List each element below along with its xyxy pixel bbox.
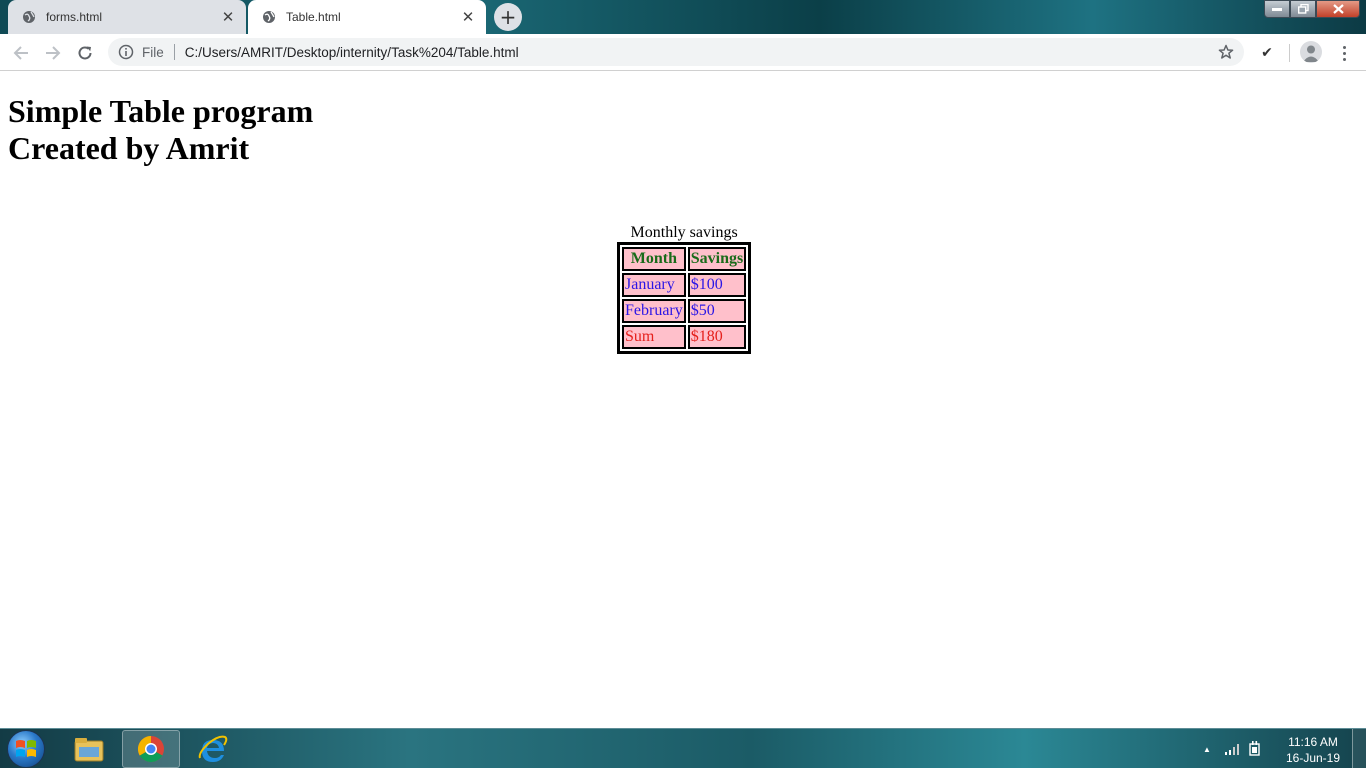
table-row: January $100 xyxy=(622,273,747,297)
close-tab-icon[interactable]: ✕ xyxy=(458,7,478,27)
browser-toolbar: File C:/Users/AMRIT/Desktop/internity/Ta… xyxy=(0,34,1366,71)
scheme-label: File xyxy=(142,44,164,60)
profile-avatar-icon[interactable] xyxy=(1300,41,1322,63)
url-text[interactable]: C:/Users/AMRIT/Desktop/internity/Task%20… xyxy=(185,45,1216,60)
savings-table: Month Savings January $100 February $50 … xyxy=(617,242,752,354)
header-month: Month xyxy=(622,247,686,271)
info-icon[interactable] xyxy=(118,44,134,60)
tray-expand-icon[interactable]: ▲ xyxy=(1203,729,1211,768)
cell-savings: $100 xyxy=(687,273,747,297)
internet-explorer-icon xyxy=(198,735,228,762)
chrome-icon xyxy=(137,735,164,763)
forward-arrow-icon xyxy=(46,46,61,60)
heading-line-1: Simple Table program xyxy=(8,93,314,129)
taskbar-explorer[interactable] xyxy=(60,730,118,768)
reload-icon xyxy=(78,46,92,60)
menu-kebab-icon[interactable] xyxy=(1334,42,1354,64)
cell-month: February xyxy=(622,299,686,323)
table-header-row: Month Savings xyxy=(622,247,747,271)
taskbar-ie[interactable] xyxy=(184,730,242,768)
page-content: Simple Table program Created by Amrit Mo… xyxy=(0,71,1366,728)
start-button[interactable] xyxy=(7,730,45,768)
power-plug-icon[interactable] xyxy=(1248,729,1262,768)
address-bar[interactable]: File C:/Users/AMRIT/Desktop/internity/Ta… xyxy=(108,38,1244,66)
tab-table[interactable]: Table.html ✕ xyxy=(248,0,486,34)
tab-title: Table.html xyxy=(286,10,341,24)
new-tab-button[interactable]: + xyxy=(494,3,522,31)
header-savings: Savings xyxy=(687,247,747,271)
savings-table-container: Monthly savings Month Savings January $1… xyxy=(617,223,752,354)
cell-savings: $50 xyxy=(687,299,747,323)
system-clock[interactable]: 11:16 AM 16-Jun-19 xyxy=(1280,734,1346,766)
tab-title: forms.html xyxy=(46,10,103,24)
back-arrow-icon xyxy=(13,46,28,60)
folder-icon xyxy=(74,738,104,762)
minimize-button[interactable] xyxy=(1264,0,1290,18)
close-tab-icon[interactable]: ✕ xyxy=(218,7,238,27)
cell-sum-value: $180 xyxy=(687,325,747,349)
browser-titlebar: forms.html ✕ Table.html ✕ + xyxy=(0,0,1366,34)
windows-logo-icon xyxy=(16,740,36,757)
toolbar-divider xyxy=(1289,44,1290,62)
cell-month: January xyxy=(622,273,686,297)
table-footer-row: Sum $180 xyxy=(622,325,747,349)
extension-check-icon[interactable]: ✔ xyxy=(1256,42,1278,64)
address-separator xyxy=(173,44,175,60)
globe-icon xyxy=(22,10,36,24)
clock-date: 16-Jun-19 xyxy=(1285,751,1341,765)
back-button[interactable] xyxy=(8,40,34,66)
tab-forms[interactable]: forms.html ✕ xyxy=(8,0,246,34)
bookmark-star-icon[interactable] xyxy=(1216,42,1236,62)
taskbar-chrome[interactable] xyxy=(122,730,180,768)
globe-icon xyxy=(262,10,276,24)
reload-button[interactable] xyxy=(72,40,98,66)
table-caption: Monthly savings xyxy=(630,224,738,241)
restore-button[interactable] xyxy=(1290,0,1316,18)
taskbar: ▲ 11:16 AM 16-Jun-19 xyxy=(0,728,1366,768)
page-heading: Simple Table program Created by Amrit xyxy=(8,93,313,167)
close-window-button[interactable] xyxy=(1316,0,1360,18)
heading-line-2: Created by Amrit xyxy=(8,130,250,166)
cell-sum-label: Sum xyxy=(622,325,686,349)
clock-time: 11:16 AM xyxy=(1288,735,1338,749)
show-desktop-button[interactable] xyxy=(1352,729,1366,768)
forward-button[interactable] xyxy=(40,40,66,66)
window-controls xyxy=(1264,0,1360,18)
table-row: February $50 xyxy=(622,299,747,323)
network-signal-icon[interactable] xyxy=(1224,729,1240,768)
